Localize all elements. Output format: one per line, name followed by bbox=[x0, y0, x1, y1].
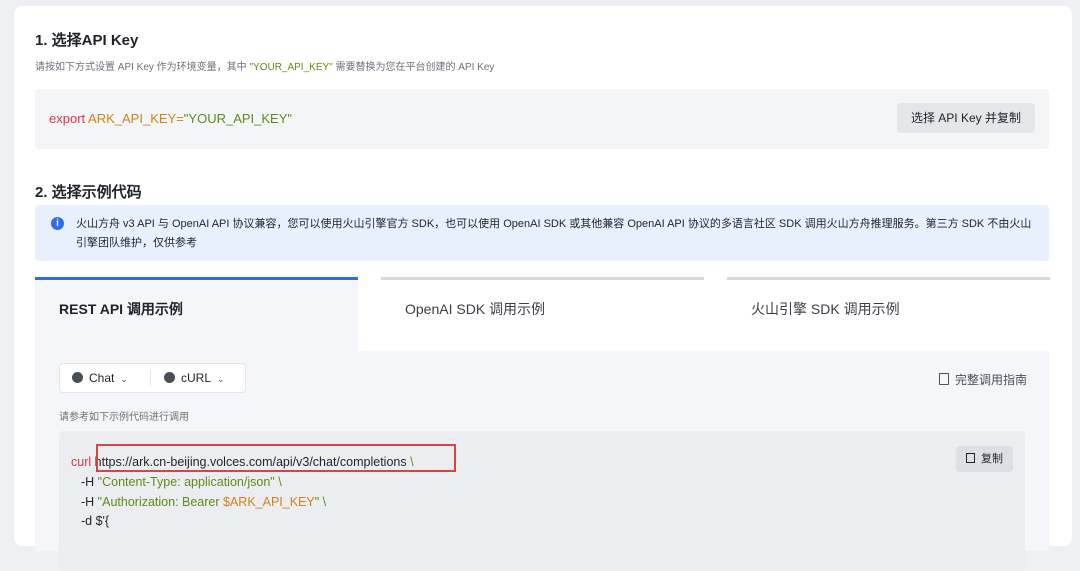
desc-prefix: 请按如下方式设置 API Key 作为环境变量，其中 bbox=[35, 62, 250, 73]
export-keyword: export bbox=[49, 111, 86, 126]
chevron-down-icon: ⌄ bbox=[217, 374, 225, 384]
info-notice: i 火山方舟 v3 API 与 OpenAI API 协议兼容，您可以使用火山引… bbox=[35, 205, 1049, 261]
line-continuation: \ bbox=[274, 475, 282, 489]
header-flag: -H bbox=[81, 495, 98, 509]
full-guide-link[interactable]: 完整调用指南 bbox=[938, 371, 1027, 388]
tab-openai-sdk[interactable]: OpenAI SDK 调用示例 bbox=[381, 277, 704, 351]
url-highlight-box bbox=[96, 444, 456, 472]
code-line-2: -H "Content-Type: application/json" \ bbox=[81, 475, 282, 489]
chevron-down-icon: ⌄ bbox=[120, 374, 128, 384]
chat-select-label: Chat bbox=[89, 371, 115, 385]
tab-volcengine-sdk[interactable]: 火山引擎 SDK 调用示例 bbox=[727, 277, 1050, 351]
export-value: "YOUR_API_KEY" bbox=[183, 111, 293, 126]
api-key-variable: $ARK_API_KEY bbox=[223, 495, 315, 509]
section-title-sample-code: 2. 选择示例代码 bbox=[35, 184, 142, 201]
line-continuation: \ bbox=[319, 495, 327, 509]
code-line-3: -H "Authorization: Bearer $ARK_API_KEY" … bbox=[81, 495, 326, 509]
tab-label: REST API 调用示例 bbox=[59, 301, 183, 317]
curl-select-label: cURL bbox=[181, 371, 212, 385]
section-title-api-key: 1. 选择API Key bbox=[35, 32, 139, 49]
copy-icon bbox=[966, 453, 975, 463]
export-code-box: export ARK_API_KEY="YOUR_API_KEY" 选择 API… bbox=[35, 89, 1049, 149]
copy-button-label: 复制 bbox=[981, 453, 1003, 465]
curl-select[interactable]: cURL ⌄ bbox=[164, 364, 225, 392]
select-group: Chat ⌄ cURL ⌄ bbox=[59, 363, 246, 393]
document-icon bbox=[938, 373, 949, 385]
auth-value: "Authorization: Bearer bbox=[97, 495, 224, 509]
desc-key: "YOUR_API_KEY" bbox=[249, 62, 333, 73]
export-variable: ARK_API_KEY= bbox=[88, 111, 184, 126]
header-flag: -H bbox=[81, 475, 98, 489]
guide-label: 完整调用指南 bbox=[954, 373, 1027, 387]
code-block: curl https://ark.cn-beijing.volces.com/a… bbox=[59, 431, 1025, 571]
desc-suffix: 需要替换为您在平台创建的 API Key bbox=[332, 62, 495, 73]
api-key-description: 请按如下方式设置 API Key 作为环境变量，其中 "YOUR_API_KEY… bbox=[35, 58, 494, 73]
info-icon: i bbox=[51, 217, 64, 230]
export-line: export ARK_API_KEY="YOUR_API_KEY" bbox=[49, 111, 292, 126]
chat-select[interactable]: Chat ⌄ bbox=[72, 364, 128, 392]
curl-keyword: curl bbox=[71, 455, 92, 469]
tab-rest-api[interactable]: REST API 调用示例 bbox=[35, 277, 358, 351]
select-divider bbox=[150, 370, 151, 386]
chat-icon bbox=[72, 372, 83, 383]
tab-label: OpenAI SDK 调用示例 bbox=[405, 301, 546, 317]
terminal-icon bbox=[164, 372, 175, 383]
tab-label: 火山引擎 SDK 调用示例 bbox=[751, 301, 900, 317]
select-api-key-copy-button[interactable]: 选择 API Key 并复制 bbox=[896, 103, 1035, 133]
header-value: "Content-Type: application/json" bbox=[97, 475, 275, 489]
code-panel: Chat ⌄ cURL ⌄ 完整调用指南 请参考如下示例代码进行调用 curl ht… bbox=[35, 351, 1049, 571]
info-text: 火山方舟 v3 API 与 OpenAI API 协议兼容，您可以使用火山引擎官… bbox=[76, 218, 1032, 249]
code-hint: 请参考如下示例代码进行调用 bbox=[59, 412, 189, 423]
copy-code-button[interactable]: 复制 bbox=[956, 446, 1013, 472]
